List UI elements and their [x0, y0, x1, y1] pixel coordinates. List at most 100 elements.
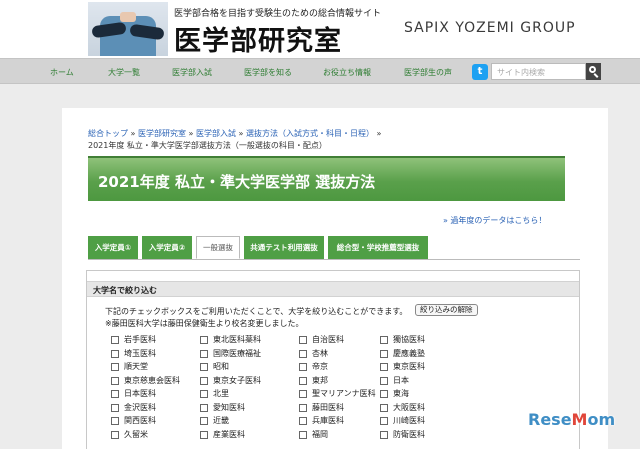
- checkbox-icon[interactable]: [111, 349, 119, 358]
- main-nav: ホーム 大学一覧 医学部入試 医学部を知る お役立ち情報 医学部生の声 t サイ…: [0, 58, 640, 84]
- checkbox-icon[interactable]: [380, 417, 388, 425]
- checkbox-icon[interactable]: [111, 363, 119, 371]
- university-label: 福岡: [312, 429, 328, 439]
- university-label: 自治医科: [312, 335, 344, 344]
- checkbox-icon[interactable]: [380, 349, 388, 358]
- filter-heading: 大学名で絞り込む: [87, 281, 579, 297]
- filter-panel: 大学名で絞り込む 下記のチェックボックスをご利用いただくことで、大学を絞り込むこ…: [86, 270, 580, 449]
- checkbox-icon[interactable]: [299, 363, 307, 371]
- university-label: 帝京: [312, 362, 328, 371]
- tab-common-test[interactable]: 共通テスト利用選抜: [244, 236, 324, 259]
- university-label: 杏林: [312, 348, 328, 358]
- tab-enrollment-1[interactable]: 入学定員①: [88, 236, 138, 259]
- checkbox-icon[interactable]: [200, 430, 208, 439]
- past-data-link[interactable]: » 過年度のデータはこちら！: [443, 215, 546, 226]
- breadcrumb-separator: »: [238, 129, 244, 138]
- breadcrumb-current: 2021年度 私立・準大学医学部選抜方法（一般選抜の科目・配点）: [88, 141, 327, 150]
- university-label: 東海: [393, 389, 409, 398]
- checkbox-icon[interactable]: [380, 376, 388, 385]
- breadcrumb: 総合トップ » 医学部研究室 » 医学部入試 » 選抜方法（入試方式・科目・日程…: [88, 128, 588, 152]
- search-input[interactable]: サイト内検索: [491, 63, 586, 80]
- university-label: 国際医療福祉: [213, 348, 261, 358]
- breadcrumb-separator: »: [130, 129, 136, 138]
- university-label: 東京慈恵会医科: [124, 375, 180, 385]
- checkbox-icon[interactable]: [380, 403, 388, 412]
- checkbox-icon[interactable]: [200, 376, 208, 385]
- checkbox-icon[interactable]: [299, 403, 307, 412]
- university-label: 近畿: [213, 416, 229, 425]
- group-logo[interactable]: SAPIX YOZEMI GROUP: [404, 20, 576, 36]
- checkbox-icon[interactable]: [380, 430, 388, 439]
- resemom-watermark: ReseMom: [528, 410, 615, 429]
- tab-comprehensive-recommend[interactable]: 総合型・学校推薦型選抜: [328, 236, 428, 259]
- site-logo-title[interactable]: 医学部研究室: [174, 19, 342, 58]
- nav-item-student-voice[interactable]: 医学部生の声: [404, 67, 452, 78]
- filter-reset-button[interactable]: 絞り込みの解除: [415, 304, 478, 316]
- checkbox-icon[interactable]: [111, 390, 119, 398]
- nav-item-useful-info[interactable]: お役立ち情報: [323, 67, 371, 78]
- breadcrumb-separator: »: [376, 129, 382, 138]
- checkbox-icon[interactable]: [299, 376, 307, 385]
- university-label: 金沢医科: [124, 402, 156, 412]
- nav-item-exams[interactable]: 医学部入試: [172, 67, 212, 78]
- university-label: 北里: [213, 389, 229, 398]
- watermark-part: Rese: [528, 410, 572, 429]
- university-label: 久留米: [124, 429, 148, 439]
- university-label: 東北医科薬科: [213, 335, 261, 344]
- nav-item-home[interactable]: ホーム: [50, 67, 74, 78]
- doctor-photo: [88, 2, 168, 56]
- checkbox-icon[interactable]: [299, 430, 307, 439]
- checkbox-icon[interactable]: [111, 417, 119, 425]
- checkbox-icon[interactable]: [380, 336, 388, 344]
- search-button[interactable]: [586, 63, 601, 80]
- checkbox-icon[interactable]: [380, 390, 388, 398]
- university-label: 川崎医科: [393, 416, 425, 425]
- university-label: 東邦: [312, 375, 328, 385]
- nav-item-about[interactable]: 医学部を知る: [244, 67, 292, 78]
- university-label: 産業医科: [213, 429, 245, 439]
- tab-general-selection[interactable]: 一般選抜: [196, 236, 240, 259]
- university-label: 岩手医科: [124, 335, 156, 344]
- university-label: 日本: [393, 375, 409, 385]
- university-label: 日本医科: [124, 389, 156, 398]
- watermark-part: om: [587, 410, 616, 429]
- breadcrumb-link[interactable]: 選抜方法（入試方式・科目・日程）: [246, 129, 374, 138]
- twitter-icon[interactable]: t: [472, 64, 488, 80]
- checkbox-icon[interactable]: [200, 363, 208, 371]
- university-label: 聖マリアンナ医科: [312, 389, 376, 398]
- filter-note: ※藤田医科大学は藤田保健衛生より校名変更しました。: [105, 319, 304, 328]
- university-label: 東京医科: [393, 362, 425, 371]
- university-label: 兵庫医科: [312, 416, 344, 425]
- university-label: 愛知医科: [213, 402, 245, 412]
- tab-enrollment-2[interactable]: 入学定員②: [142, 236, 192, 259]
- checkbox-icon[interactable]: [299, 390, 307, 398]
- breadcrumb-link[interactable]: 医学部研究室: [138, 129, 186, 138]
- checkbox-icon[interactable]: [200, 336, 208, 344]
- checkbox-icon[interactable]: [111, 430, 119, 439]
- checkbox-icon[interactable]: [380, 363, 388, 371]
- page-title: 2021年度 私立・準大学医学部 選抜方法: [98, 173, 376, 191]
- checkbox-icon[interactable]: [111, 336, 119, 344]
- checkbox-icon[interactable]: [299, 349, 307, 358]
- checkbox-icon[interactable]: [299, 336, 307, 344]
- university-label: 順天堂: [124, 362, 148, 371]
- breadcrumb-link[interactable]: 総合トップ: [88, 129, 128, 138]
- page-title-banner: 2021年度 私立・準大学医学部 選抜方法: [88, 156, 565, 201]
- checkbox-icon[interactable]: [111, 376, 119, 385]
- checkbox-icon[interactable]: [200, 403, 208, 412]
- university-label: 慶應義塾: [393, 348, 425, 358]
- checkbox-icon[interactable]: [111, 403, 119, 412]
- site-header: 医学部合格を目指す受験生のための総合情報サイト 医学部研究室 SAPIX YOZ…: [0, 0, 640, 58]
- university-label: 東京女子医科: [213, 375, 261, 385]
- checkbox-icon[interactable]: [299, 417, 307, 425]
- nav-item-universities[interactable]: 大学一覧: [108, 67, 140, 78]
- search-icon: [589, 66, 596, 73]
- breadcrumb-link[interactable]: 医学部入試: [196, 129, 236, 138]
- university-label: 関西医科: [124, 416, 156, 425]
- site-tagline: 医学部合格を目指す受験生のための総合情報サイト: [174, 9, 382, 19]
- checkbox-icon[interactable]: [200, 390, 208, 398]
- checkbox-icon[interactable]: [200, 349, 208, 358]
- checkbox-icon[interactable]: [200, 417, 208, 425]
- filter-instructions: 下記のチェックボックスをご利用いただくことで、大学を絞り込むことができます。: [105, 307, 408, 316]
- university-label: 獨協医科: [393, 335, 425, 344]
